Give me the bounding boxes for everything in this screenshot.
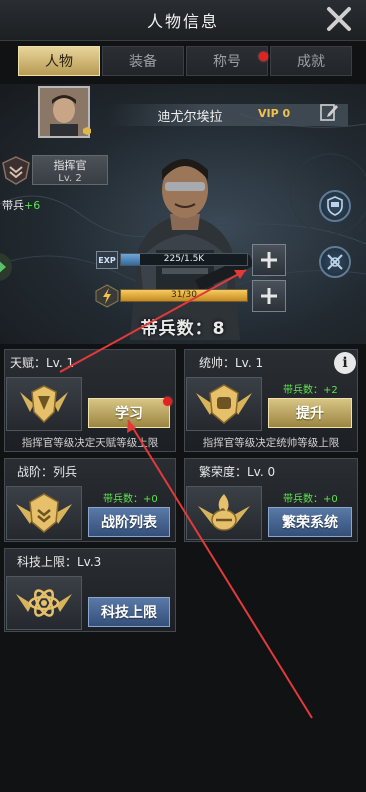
annotation-arrows (59, 269, 313, 719)
